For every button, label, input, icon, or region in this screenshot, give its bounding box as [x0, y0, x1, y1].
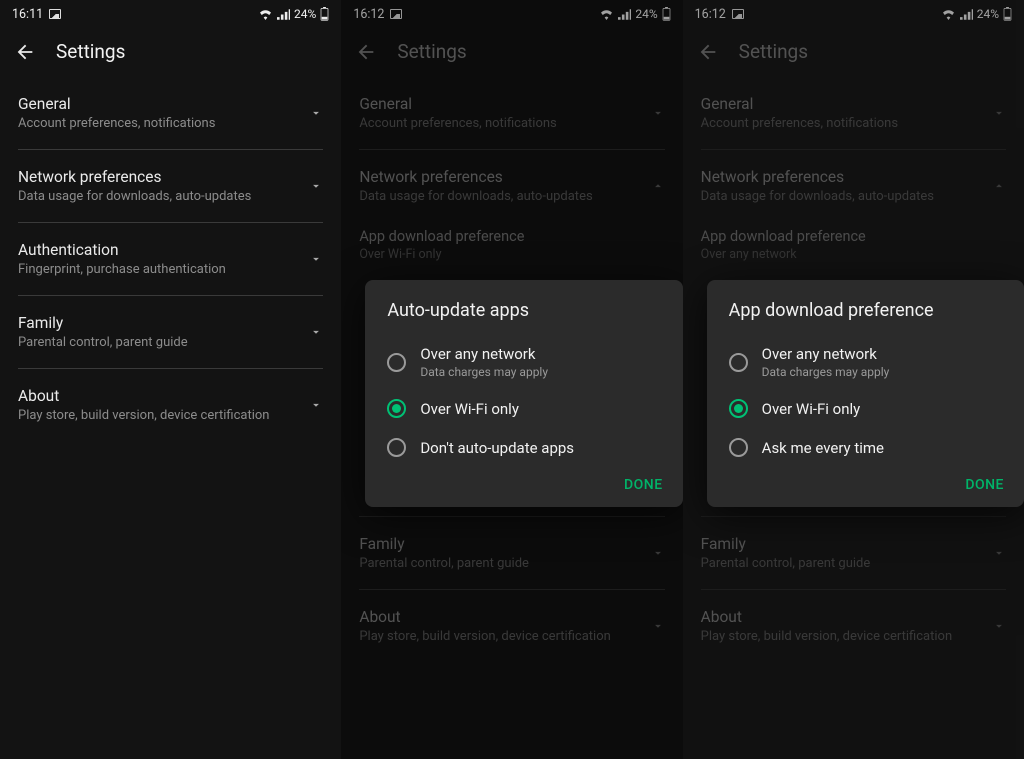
radio-icon-selected [729, 399, 748, 418]
dialog-app-download-preference: App download preference Over any network… [707, 280, 1024, 507]
row-authentication[interactable]: Authentication Fingerprint, purchase aut… [0, 227, 341, 291]
option-sublabel: Data charges may apply [420, 365, 548, 379]
page-title: Settings [56, 40, 125, 63]
chevron-down-icon [309, 252, 323, 266]
radio-icon [387, 438, 406, 457]
status-bar: 16:11 24% [0, 0, 341, 28]
row-subtitle: Parental control, parent guide [18, 335, 299, 350]
row-network[interactable]: Network preferences Data usage for downl… [0, 154, 341, 218]
option-any-network[interactable]: Over any network Data charges may apply [707, 335, 1024, 389]
divider [18, 149, 323, 150]
row-title: About [18, 387, 299, 405]
option-label: Over any network [420, 345, 548, 363]
screen-2: 16:12 24% Settings General Account prefe… [341, 0, 682, 759]
row-title: Family [18, 314, 299, 332]
chevron-down-icon [309, 179, 323, 193]
radio-icon [387, 353, 406, 372]
screen-3: 16:12 24% Settings General Account prefe… [683, 0, 1024, 759]
done-button[interactable]: DONE [624, 477, 663, 493]
battery-icon [320, 7, 329, 21]
row-title: General [18, 95, 299, 113]
chevron-down-icon [309, 325, 323, 339]
option-label: Don't auto-update apps [420, 439, 574, 457]
option-wifi-only[interactable]: Over Wi-Fi only [707, 389, 1024, 428]
row-subtitle: Fingerprint, purchase authentication [18, 262, 299, 277]
signal-icon [277, 9, 290, 20]
dialog-title: App download preference [707, 300, 1024, 335]
option-label: Over any network [762, 345, 890, 363]
row-about[interactable]: About Play store, build version, device … [0, 373, 341, 437]
image-icon [49, 9, 61, 19]
row-title: Network preferences [18, 168, 299, 186]
chevron-down-icon [309, 106, 323, 120]
row-subtitle: Play store, build version, device certif… [18, 408, 299, 423]
done-button[interactable]: DONE [965, 477, 1004, 493]
row-subtitle: Account preferences, notifications [18, 116, 299, 131]
dialog-title: Auto-update apps [365, 300, 682, 335]
wifi-icon [258, 9, 273, 20]
settings-list: General Account preferences, notificatio… [0, 81, 341, 437]
screen-1: 16:11 24% Settings General Account prefe… [0, 0, 341, 759]
back-button[interactable] [14, 41, 36, 63]
divider [18, 368, 323, 369]
radio-icon [729, 353, 748, 372]
option-label: Over Wi-Fi only [420, 400, 519, 418]
app-bar: Settings [0, 28, 341, 81]
option-sublabel: Data charges may apply [762, 365, 890, 379]
divider [18, 222, 323, 223]
option-label: Ask me every time [762, 439, 884, 457]
row-general[interactable]: General Account preferences, notificatio… [0, 81, 341, 145]
row-subtitle: Data usage for downloads, auto-updates [18, 189, 299, 204]
option-label: Over Wi-Fi only [762, 400, 861, 418]
option-dont-auto-update[interactable]: Don't auto-update apps [365, 428, 682, 467]
battery-pct: 24% [294, 7, 316, 21]
dialog-auto-update-apps: Auto-update apps Over any network Data c… [365, 280, 682, 507]
option-wifi-only[interactable]: Over Wi-Fi only [365, 389, 682, 428]
radio-icon-selected [387, 399, 406, 418]
row-title: Authentication [18, 241, 299, 259]
divider [18, 295, 323, 296]
clock: 16:11 [12, 7, 43, 22]
row-family[interactable]: Family Parental control, parent guide [0, 300, 341, 364]
option-ask-every-time[interactable]: Ask me every time [707, 428, 1024, 467]
chevron-down-icon [309, 398, 323, 412]
option-any-network[interactable]: Over any network Data charges may apply [365, 335, 682, 389]
radio-icon [729, 438, 748, 457]
